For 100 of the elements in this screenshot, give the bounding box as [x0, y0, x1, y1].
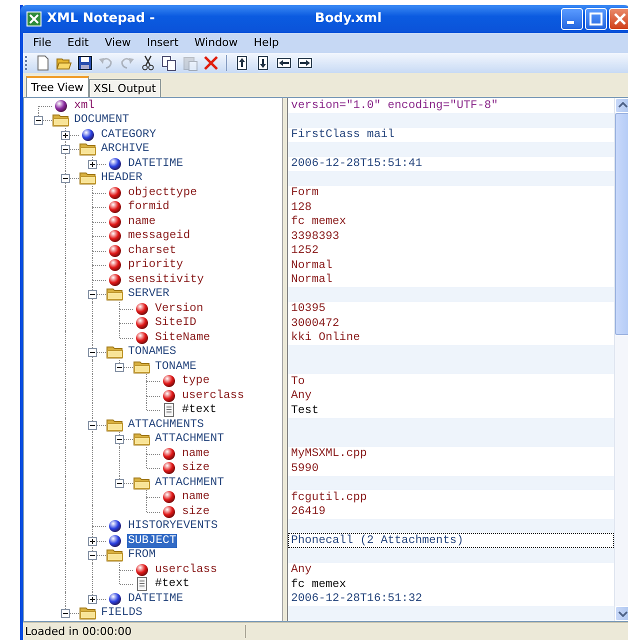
- collapse-toggle[interactable]: [88, 348, 97, 358]
- node-name[interactable]: userclass: [181, 388, 246, 403]
- menu-item[interactable]: Help: [254, 36, 279, 50]
- menu-item[interactable]: File: [33, 36, 52, 50]
- collapse-toggle[interactable]: [115, 435, 124, 444]
- node-name[interactable]: HISTORYEVENTS: [127, 519, 219, 534]
- node-value[interactable]: 3398393: [288, 228, 614, 244]
- node-value[interactable]: MyMSXML.cpp: [288, 446, 614, 462]
- node-value[interactable]: FirstClass mail: [288, 127, 614, 142]
- collapse-toggle[interactable]: [88, 290, 97, 300]
- node-value[interactable]: 1252: [288, 243, 614, 258]
- node-value[interactable]: kki Online: [288, 330, 614, 346]
- ball-icon: [109, 186, 121, 199]
- node-name[interactable]: #text: [154, 577, 191, 592]
- document-icon: [136, 577, 148, 592]
- node-name[interactable]: xml: [73, 98, 96, 113]
- document-title: Body.xml: [314, 11, 382, 26]
- ball-icon: [109, 259, 121, 272]
- expand-toggle[interactable]: [61, 130, 70, 140]
- node-value[interactable]: fcgutil.cpp: [288, 490, 614, 505]
- status-text: Loaded in 00:00:00: [23, 625, 246, 638]
- node-name[interactable]: objecttype: [127, 186, 198, 200]
- minimize-button[interactable]: [561, 8, 583, 30]
- collapse-toggle[interactable]: [34, 116, 43, 126]
- collapse-toggle[interactable]: [88, 420, 97, 430]
- node-name[interactable]: FROM: [127, 548, 157, 562]
- node-name[interactable]: name: [181, 490, 211, 504]
- node-name[interactable]: DATETIME: [127, 592, 184, 606]
- ball-icon: [136, 317, 148, 330]
- node-value[interactable]: 3000472: [288, 316, 614, 331]
- node-value[interactable]: Any: [288, 562, 614, 578]
- node-name[interactable]: size: [181, 504, 211, 519]
- node-value[interactable]: 5990: [288, 460, 614, 476]
- node-value[interactable]: Form: [288, 185, 614, 200]
- node-value[interactable]: version="1.0" encoding="UTF-8": [288, 98, 614, 114]
- collapse-toggle[interactable]: [61, 609, 70, 618]
- node-value[interactable]: fc memex: [288, 214, 614, 230]
- node-name[interactable]: CATEGORY: [100, 128, 158, 142]
- delete-button[interactable]: [202, 54, 220, 72]
- node-value[interactable]: Any: [288, 388, 614, 404]
- tab[interactable]: Tree View: [26, 76, 89, 97]
- node-name[interactable]: SiteID: [154, 316, 198, 330]
- collapse-toggle[interactable]: [61, 145, 70, 154]
- node-name[interactable]: size: [181, 461, 211, 476]
- node-value[interactable]: To: [288, 374, 614, 389]
- node-value[interactable]: Test: [288, 402, 614, 418]
- node-name[interactable]: TONAME: [154, 360, 198, 374]
- node-name[interactable]: name: [181, 446, 211, 461]
- node-name[interactable]: #text: [181, 403, 218, 418]
- tab[interactable]: XSL Output: [88, 78, 161, 97]
- node-name[interactable]: name: [127, 214, 157, 229]
- node-name[interactable]: ATTACHMENT: [154, 476, 226, 490]
- ball-icon: [163, 506, 175, 518]
- node-name[interactable]: charset: [127, 244, 178, 258]
- close-button[interactable]: [609, 8, 628, 30]
- expand-toggle[interactable]: [88, 536, 97, 546]
- collapse-toggle[interactable]: [115, 478, 124, 488]
- node-name[interactable]: messageid: [127, 229, 192, 244]
- menu-item[interactable]: Window: [194, 36, 238, 50]
- node-value[interactable]: 2006-12-28T15:51:41: [288, 156, 614, 172]
- expand-toggle[interactable]: [88, 160, 97, 169]
- node-name[interactable]: SERVER: [127, 287, 170, 302]
- node-name[interactable]: SiteName: [154, 330, 212, 345]
- scroll-thumb[interactable]: [615, 112, 628, 335]
- collapse-toggle[interactable]: [115, 362, 124, 372]
- menu-item[interactable]: View: [104, 36, 131, 50]
- ball-icon: [109, 230, 121, 242]
- menu-item[interactable]: Edit: [67, 36, 89, 50]
- node-name[interactable]: ARCHIVE: [100, 142, 150, 156]
- node-name[interactable]: formid: [127, 200, 170, 214]
- node-name[interactable]: ATTACHMENTS: [127, 418, 205, 432]
- copy-button[interactable]: [160, 54, 178, 72]
- ball-icon: [109, 216, 121, 228]
- save-button[interactable]: [76, 54, 94, 72]
- node-value[interactable]: fc memex: [288, 576, 614, 592]
- node-name[interactable]: DATETIME: [127, 156, 184, 171]
- collapse-toggle[interactable]: [88, 551, 97, 560]
- node-name[interactable]: FIELDS: [100, 606, 144, 620]
- node-name[interactable]: sensitivity: [127, 272, 205, 287]
- node-name[interactable]: priority: [127, 258, 184, 272]
- node-value[interactable]: 2006-12-28T16:51:32: [288, 591, 614, 606]
- node-name[interactable]: DOCUMENT: [73, 113, 130, 128]
- node-name[interactable]: HEADER: [100, 171, 144, 186]
- node-value[interactable]: 128: [288, 200, 614, 215]
- node-value[interactable]: Normal: [288, 258, 614, 273]
- node-value[interactable]: 26419: [288, 504, 614, 520]
- node-name[interactable]: SUBJECT: [127, 534, 178, 548]
- node-value[interactable]: Normal: [288, 272, 614, 288]
- collapse-toggle[interactable]: [61, 174, 70, 184]
- menu-item[interactable]: Insert: [146, 36, 178, 50]
- node-name[interactable]: TONAMES: [127, 345, 178, 360]
- node-name[interactable]: type: [181, 374, 211, 388]
- node-name[interactable]: Version: [154, 302, 204, 316]
- node-name[interactable]: userclass: [154, 562, 218, 577]
- node-name[interactable]: ATTACHMENT: [154, 432, 226, 446]
- scrollbar[interactable]: [614, 98, 628, 622]
- expand-toggle[interactable]: [88, 594, 97, 604]
- spreadsheet-icon: [26, 10, 42, 27]
- maximize-button[interactable]: [585, 8, 607, 30]
- node-value[interactable]: 10395: [288, 301, 614, 316]
